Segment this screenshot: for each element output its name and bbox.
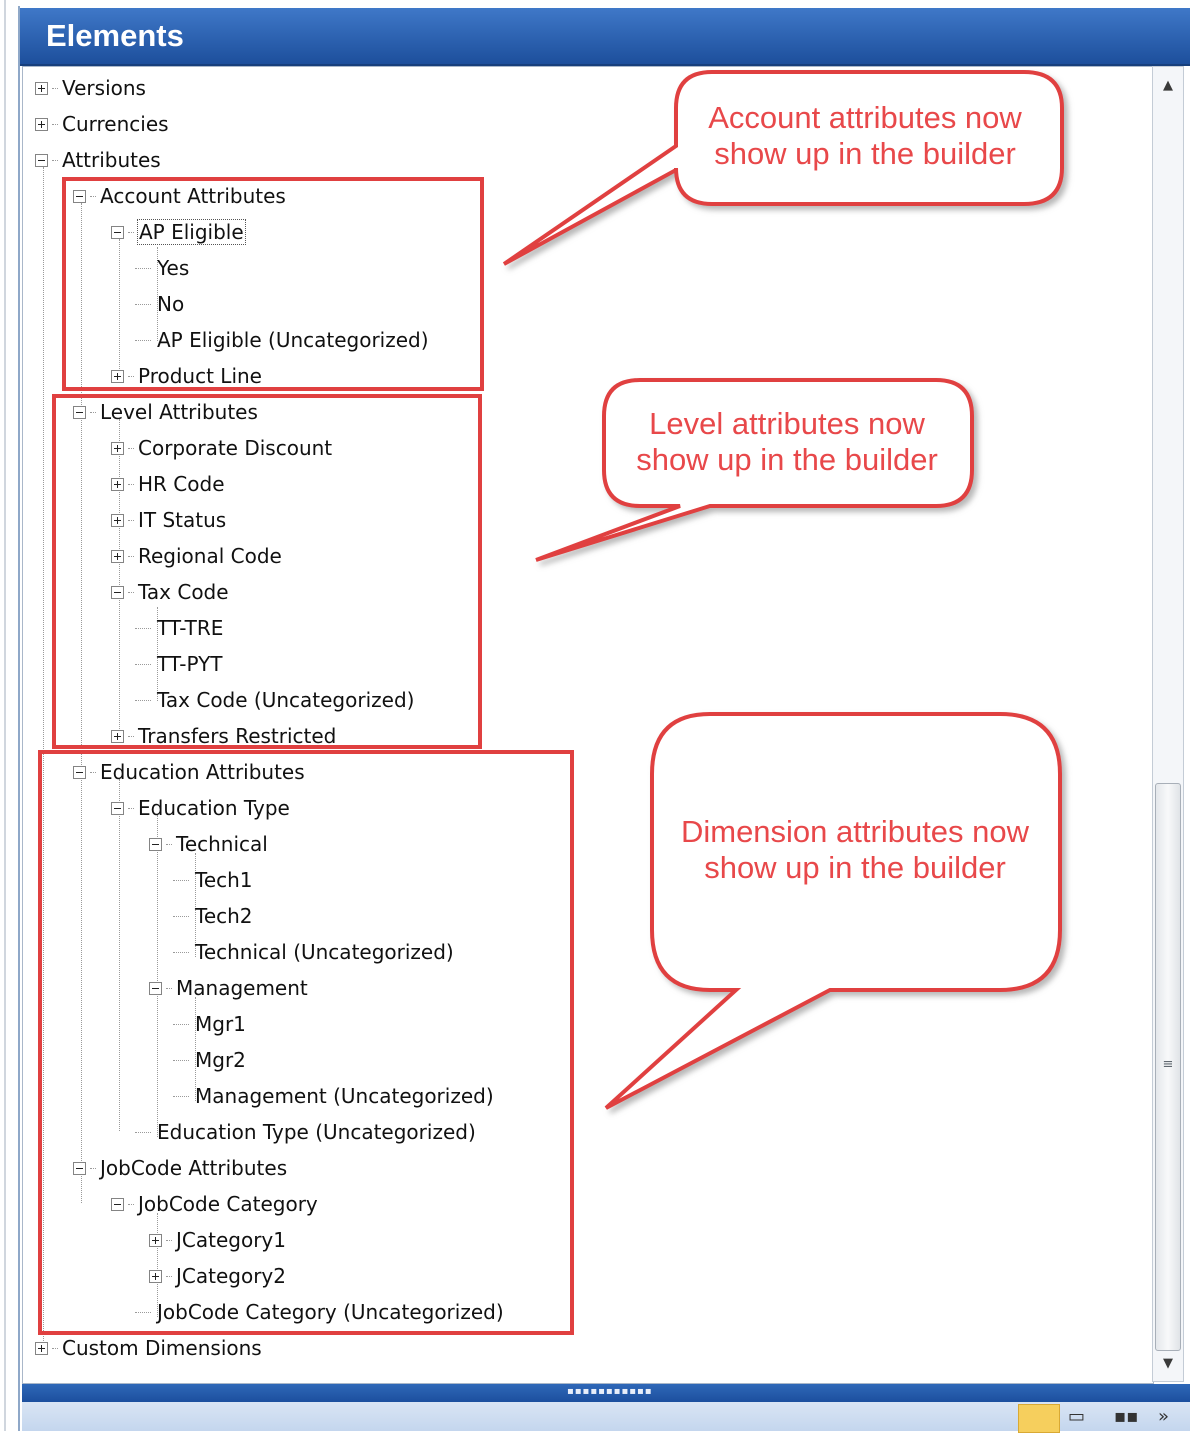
callout-line: show up in the builder <box>704 850 1006 885</box>
callout-bubbles <box>502 70 1064 1110</box>
callout-line: Dimension attributes now <box>680 814 1030 849</box>
callout-line: Account attributes now <box>708 100 1022 135</box>
dimension-callout-text: Dimension attributes now show up in the … <box>660 814 1050 886</box>
dimension-callout-bubble <box>604 712 1062 1110</box>
callout-line: Level attributes now <box>649 406 925 441</box>
level-callout-text: Level attributes now show up in the buil… <box>612 406 962 478</box>
callout-line: show up in the builder <box>636 442 938 477</box>
callout-line: show up in the builder <box>714 136 1016 171</box>
account-callout-text: Account attributes now show up in the bu… <box>690 100 1040 172</box>
